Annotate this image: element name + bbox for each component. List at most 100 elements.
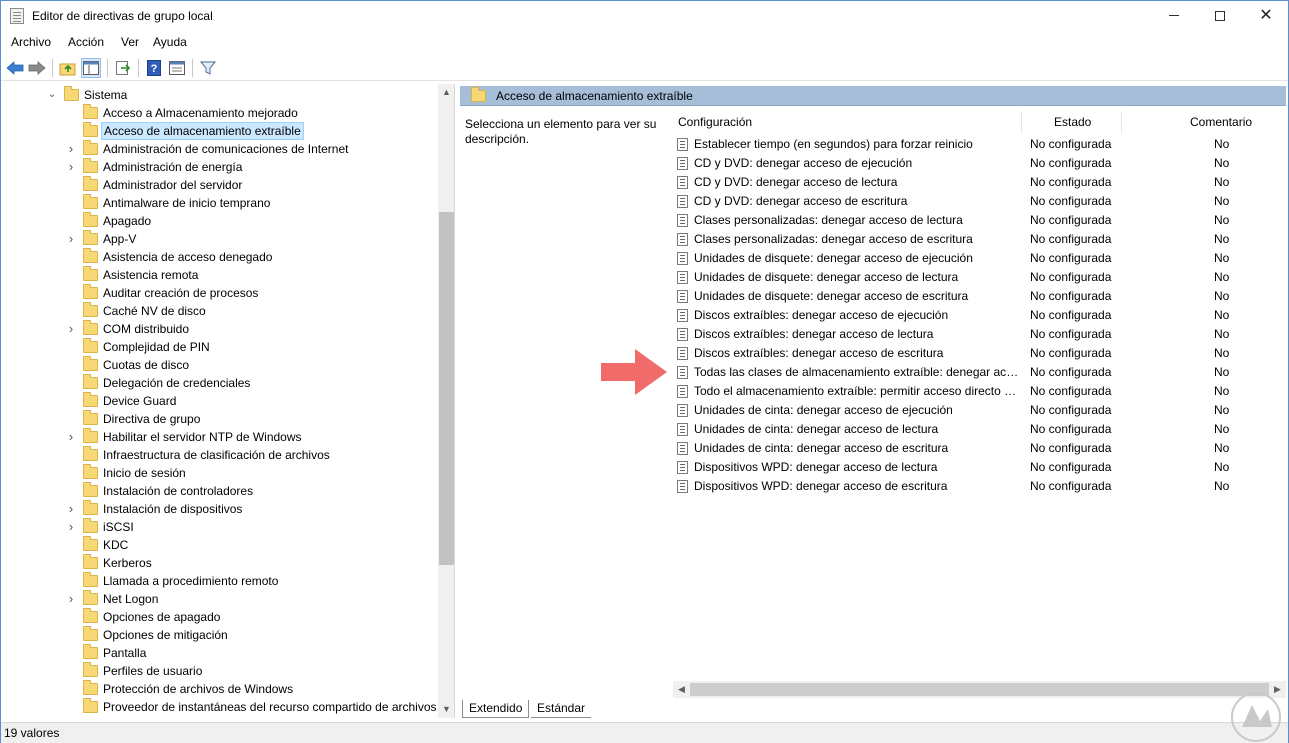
tree-item[interactable]: Pantalla xyxy=(2,644,438,662)
forward-button[interactable] xyxy=(27,58,47,78)
policy-row[interactable]: Clases personalizadas: denegar acceso de… xyxy=(673,230,1286,249)
chevron-right-icon[interactable]: › xyxy=(65,428,77,446)
menu-archivo[interactable]: Archivo xyxy=(11,35,51,49)
tree-item[interactable]: Llamada a procedimiento remoto xyxy=(2,572,438,590)
policy-row[interactable]: Discos extraíbles: denegar acceso de eje… xyxy=(673,306,1286,325)
tree-item[interactable]: Inicio de sesión xyxy=(2,464,438,482)
scroll-up-icon[interactable]: ▲ xyxy=(438,84,454,101)
chevron-right-icon[interactable]: › xyxy=(65,320,77,338)
tree-item[interactable]: Device Guard xyxy=(2,392,438,410)
column-divider[interactable] xyxy=(1021,111,1022,133)
tree-item[interactable]: Perfiles de usuario xyxy=(2,662,438,680)
tab-estandar[interactable]: Estándar xyxy=(531,700,592,718)
tree-item[interactable]: Delegación de credenciales xyxy=(2,374,438,392)
policy-row[interactable]: Clases personalizadas: denegar acceso de… xyxy=(673,211,1286,230)
policy-row[interactable]: Dispositivos WPD: denegar acceso de lect… xyxy=(673,458,1286,477)
menu-accion[interactable]: Acción xyxy=(68,35,104,49)
tree-item[interactable]: Kerberos xyxy=(2,554,438,572)
tree-item[interactable]: › Habilitar el servidor NTP de Windows xyxy=(2,428,438,446)
policy-setting-icon xyxy=(677,404,688,417)
column-divider[interactable] xyxy=(1121,111,1122,133)
chevron-right-icon[interactable]: › xyxy=(65,518,77,536)
scroll-down-icon[interactable]: ▼ xyxy=(438,701,454,718)
policy-row[interactable]: CD y DVD: denegar acceso de escritura No … xyxy=(673,192,1286,211)
properties-button[interactable] xyxy=(167,58,187,78)
policy-row[interactable]: Discos extraíbles: denegar acceso de esc… xyxy=(673,344,1286,363)
tree-item[interactable]: Cuotas de disco xyxy=(2,356,438,374)
column-comentario[interactable]: Comentario xyxy=(1190,110,1252,134)
tree-item[interactable]: Proveedor de instantáneas del recurso co… xyxy=(2,698,438,716)
chevron-right-icon[interactable]: › xyxy=(65,158,77,176)
tree-item[interactable]: Instalación de controladores xyxy=(2,482,438,500)
export-list-button[interactable] xyxy=(113,58,133,78)
up-level-button[interactable] xyxy=(58,58,78,78)
policy-row[interactable]: Todo el almacenamiento extraíble: permit… xyxy=(673,382,1286,401)
tree-item[interactable]: Administrador del servidor xyxy=(2,176,438,194)
policy-row[interactable]: Dispositivos WPD: denegar acceso de escr… xyxy=(673,477,1286,496)
column-configuracion[interactable]: Configuración xyxy=(678,110,752,134)
tree-item[interactable]: Asistencia de acceso denegado xyxy=(2,248,438,266)
scroll-thumb[interactable] xyxy=(439,212,454,565)
tree-item[interactable]: › Administración de energía xyxy=(2,158,438,176)
tree-item[interactable]: Opciones de apagado xyxy=(2,608,438,626)
tree-item[interactable]: › App-V xyxy=(2,230,438,248)
horizontal-scrollbar[interactable]: ◀ ▶ xyxy=(673,681,1286,698)
tree-vertical-scrollbar[interactable]: ▲ ▼ xyxy=(438,84,454,718)
tree-item[interactable]: Apagado xyxy=(2,212,438,230)
policy-name: Clases personalizadas: denegar acceso de… xyxy=(694,213,963,227)
menu-ayuda[interactable]: Ayuda xyxy=(153,35,187,49)
details-header-title: Acceso de almacenamiento extraíble xyxy=(496,89,693,103)
chevron-right-icon[interactable]: › xyxy=(65,230,77,248)
tree-item[interactable]: Directiva de grupo xyxy=(2,410,438,428)
policy-row[interactable]: Unidades de disquete: denegar acceso de … xyxy=(673,287,1286,306)
folder-icon xyxy=(83,392,98,407)
tree-item-sistema[interactable]: ⌄ Sistema xyxy=(2,86,438,104)
policy-name: Establecer tiempo (en segundos) para for… xyxy=(694,137,973,151)
tab-extendido[interactable]: Extendido xyxy=(462,700,530,718)
tree-item[interactable]: › COM distribuido xyxy=(2,320,438,338)
folder-icon xyxy=(83,338,98,353)
policy-name: Unidades de cinta: denegar acceso de eje… xyxy=(694,403,953,417)
tree-item[interactable]: Complejidad de PIN xyxy=(2,338,438,356)
tree-item[interactable]: › Net Logon xyxy=(2,590,438,608)
scroll-thumb[interactable] xyxy=(690,683,1269,696)
scroll-left-icon[interactable]: ◀ xyxy=(673,681,690,698)
tree-item[interactable]: Asistencia remota xyxy=(2,266,438,284)
policy-row[interactable]: Discos extraíbles: denegar acceso de lec… xyxy=(673,325,1286,344)
tree-item[interactable]: Caché NV de disco xyxy=(2,302,438,320)
tree-item[interactable]: Acceso a Almacenamiento mejorado xyxy=(2,104,438,122)
tree-item[interactable]: › Instalación de dispositivos xyxy=(2,500,438,518)
close-button[interactable]: ✕ xyxy=(1243,1,1289,32)
tree-item[interactable]: Acceso de almacenamiento extraíble xyxy=(2,122,438,140)
minimize-button[interactable] xyxy=(1151,1,1197,32)
policy-row[interactable]: Unidades de cinta: denegar acceso de esc… xyxy=(673,439,1286,458)
tree-item[interactable]: Protección de archivos de Windows xyxy=(2,680,438,698)
policy-row[interactable]: Establecer tiempo (en segundos) para for… xyxy=(673,135,1286,154)
policy-row[interactable]: CD y DVD: denegar acceso de lectura No co… xyxy=(673,173,1286,192)
filter-button[interactable] xyxy=(198,58,218,78)
chevron-right-icon[interactable]: › xyxy=(65,590,77,608)
menu-ver[interactable]: Ver xyxy=(121,35,139,49)
policy-row[interactable]: Unidades de cinta: denegar acceso de lec… xyxy=(673,420,1286,439)
help-button[interactable]: ? xyxy=(144,58,164,78)
chevron-right-icon[interactable]: › xyxy=(65,500,77,518)
column-estado[interactable]: Estado xyxy=(1054,110,1091,134)
chevron-down-icon[interactable]: ⌄ xyxy=(46,86,58,104)
tree-item[interactable]: Infraestructura de clasificación de arch… xyxy=(2,446,438,464)
tree-item[interactable]: Opciones de mitigación xyxy=(2,626,438,644)
policy-row[interactable]: Unidades de disquete: denegar acceso de … xyxy=(673,249,1286,268)
policy-row[interactable]: Todas las clases de almacenamiento extra… xyxy=(673,363,1286,382)
back-button[interactable] xyxy=(5,58,25,78)
policy-row[interactable]: Unidades de cinta: denegar acceso de eje… xyxy=(673,401,1286,420)
policy-comment: No xyxy=(1214,346,1230,360)
policy-row[interactable]: CD y DVD: denegar acceso de ejecución No … xyxy=(673,154,1286,173)
tree-item[interactable]: › Administración de comunicaciones de Int… xyxy=(2,140,438,158)
tree-item[interactable]: Auditar creación de procesos xyxy=(2,284,438,302)
maximize-button[interactable] xyxy=(1197,1,1243,32)
policy-row[interactable]: Unidades de disquete: denegar acceso de … xyxy=(673,268,1286,287)
tree-item[interactable]: KDC xyxy=(2,536,438,554)
chevron-right-icon[interactable]: › xyxy=(65,140,77,158)
tree-item[interactable]: › iSCSI xyxy=(2,518,438,536)
tree-item[interactable]: Antimalware de inicio temprano xyxy=(2,194,438,212)
show-hide-tree-button[interactable] xyxy=(81,58,101,78)
